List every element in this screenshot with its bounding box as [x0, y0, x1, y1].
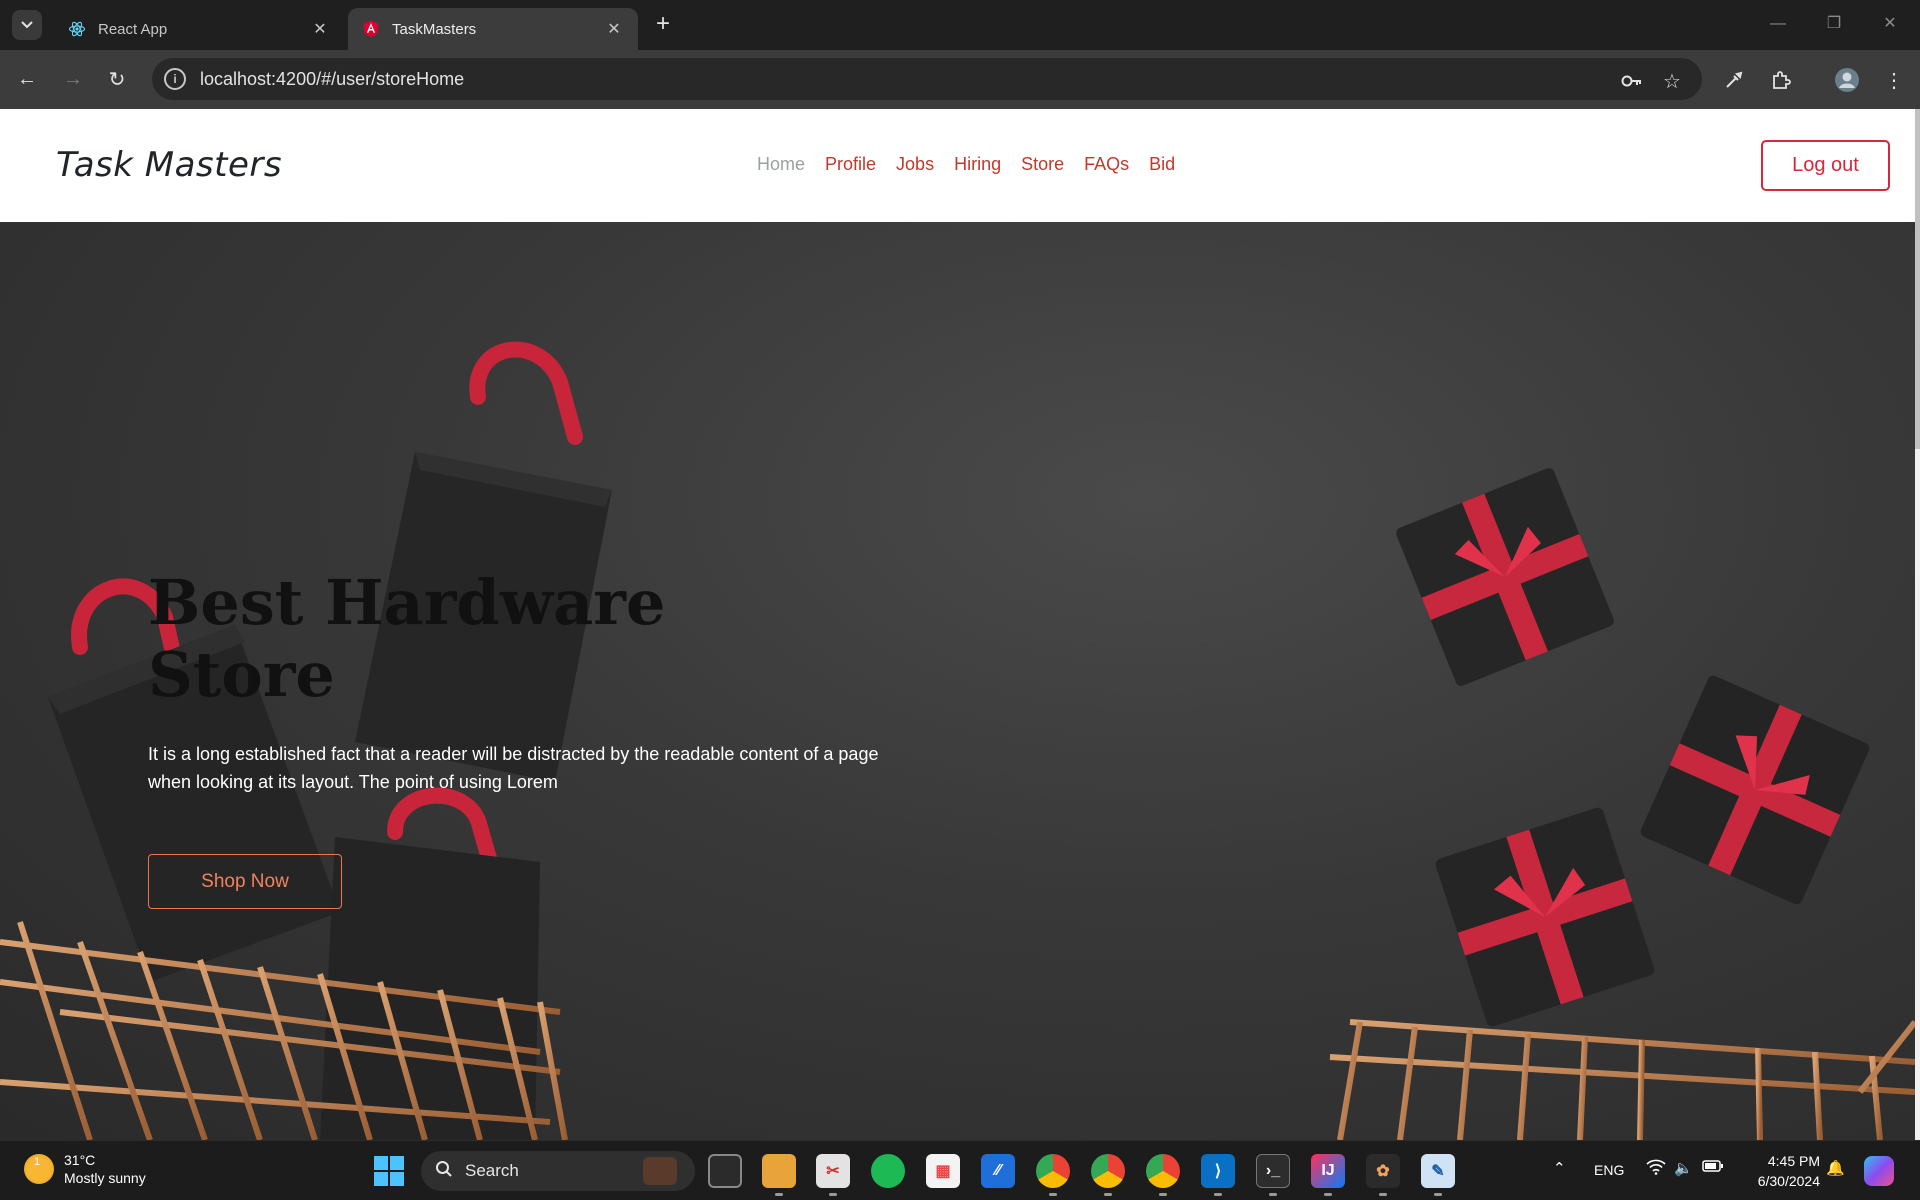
nav-faqs[interactable]: FAQs [1084, 154, 1129, 175]
new-tab-plus-icon[interactable]: + [650, 12, 676, 38]
nav-bid[interactable]: Bid [1149, 154, 1175, 175]
search-icon [435, 1160, 453, 1183]
main-nav: Home Profile Jobs Hiring Store FAQs Bid [757, 154, 1175, 175]
windows-start-icon[interactable] [374, 1156, 404, 1186]
gift-box-illustration [1640, 675, 1870, 905]
running-indicator [1434, 1193, 1442, 1196]
running-indicator [1214, 1193, 1222, 1196]
shop-now-button[interactable]: Shop Now [148, 854, 342, 909]
running-indicator [775, 1193, 783, 1196]
weather-widget[interactable]: 1 31°C Mostly sunny [24, 1151, 146, 1187]
bookmark-star-icon[interactable]: ☆ [1660, 69, 1684, 93]
system-clock[interactable]: 4:45 PM 6/30/2024 [1740, 1151, 1820, 1191]
hero-description: It is a long established fact that a rea… [148, 744, 879, 792]
nav-hiring[interactable]: Hiring [954, 154, 1001, 175]
tab-react-app[interactable]: React App ✕ [54, 8, 344, 50]
tab-taskmasters[interactable]: TaskMasters ✕ [348, 8, 638, 50]
language-indicator[interactable]: ENG [1594, 1162, 1624, 1178]
running-indicator [1269, 1193, 1277, 1196]
eyedropper-extension-icon[interactable] [1720, 66, 1748, 94]
tab-close-icon[interactable]: ✕ [604, 19, 624, 39]
brand-logo[interactable]: Task Masters [56, 145, 282, 185]
search-placeholder: Search [465, 1161, 519, 1180]
scrollbar-thumb[interactable] [1915, 109, 1920, 449]
browser-tabstrip: React App ✕ TaskMasters ✕ + — ❐ ✕ [0, 0, 1920, 50]
file-explorer-icon[interactable] [762, 1154, 796, 1188]
tab-title: TaskMasters [392, 20, 477, 38]
tab-title: React App [98, 20, 168, 38]
chrome-profile-icon[interactable] [1146, 1154, 1180, 1188]
page-viewport: Task Masters Home Profile Jobs Hiring St… [0, 109, 1920, 1140]
nav-jobs[interactable]: Jobs [896, 154, 934, 175]
hero-banner: Best Hardware Store It is a long establi… [0, 222, 1915, 1140]
spotify-icon[interactable] [871, 1154, 905, 1188]
vscode-icon[interactable]: ⟩ [1201, 1154, 1235, 1188]
angular-logo-icon [362, 20, 380, 38]
page-scrollbar[interactable] [1915, 109, 1920, 1140]
reload-icon[interactable]: ↻ [102, 64, 132, 94]
snipping-tool-icon[interactable]: ✂ [816, 1154, 850, 1188]
weather-condition: Mostly sunny [64, 1170, 146, 1186]
password-key-icon[interactable] [1620, 69, 1644, 93]
nav-home[interactable]: Home [757, 154, 805, 175]
app-cube-icon[interactable] [708, 1154, 742, 1188]
search-highlight-icon [643, 1157, 677, 1185]
gift-box-illustration [1396, 468, 1614, 686]
windows-taskbar: 1 31°C Mostly sunny Search ✂ ▦ ⁄⁄ ⟩ ›_ I… [0, 1140, 1920, 1200]
notepad-app-icon[interactable]: ✎ [1421, 1154, 1455, 1188]
volume-icon[interactable]: 🔈 [1674, 1159, 1693, 1177]
close-window-icon[interactable]: ✕ [1870, 10, 1910, 38]
forward-arrow-icon[interactable]: → [58, 64, 88, 94]
show-hidden-icons-chevron-icon[interactable]: ⌃ [1553, 1159, 1566, 1177]
wifi-icon[interactable] [1646, 1159, 1666, 1179]
site-info-icon[interactable]: i [164, 68, 186, 90]
running-indicator [1324, 1193, 1332, 1196]
weather-badge: 1 [34, 1156, 41, 1168]
site-header: Task Masters Home Profile Jobs Hiring St… [0, 109, 1915, 222]
running-indicator [1379, 1193, 1387, 1196]
address-url[interactable]: localhost:4200/#/user/storeHome [200, 69, 464, 90]
back-arrow-icon[interactable]: ← [12, 64, 42, 94]
weather-sun-icon: 1 [24, 1154, 54, 1184]
react-logo-icon [68, 20, 86, 38]
weather-temperature: 31°C [64, 1152, 96, 1168]
running-indicator [1104, 1193, 1112, 1196]
logout-button[interactable]: Log out [1761, 140, 1890, 191]
notification-bell-icon[interactable]: 🔔 [1826, 1159, 1845, 1177]
battery-icon[interactable] [1702, 1159, 1724, 1177]
microsoft-store-icon[interactable]: ▦ [926, 1154, 960, 1188]
browser-menu-kebab-icon[interactable]: ⋮ [1880, 66, 1908, 94]
clock-date: 6/30/2024 [1757, 1173, 1820, 1189]
shopping-cart-illustration [1329, 1019, 1915, 1140]
copilot-icon[interactable] [1864, 1156, 1894, 1186]
running-indicator [1159, 1193, 1167, 1196]
paw-app-icon[interactable]: ✿ [1366, 1154, 1400, 1188]
profile-avatar-icon[interactable] [1833, 66, 1861, 94]
terminal-icon[interactable]: ›_ [1256, 1154, 1290, 1188]
restore-icon[interactable]: ❐ [1814, 10, 1854, 38]
tab-close-icon[interactable]: ✕ [310, 19, 330, 39]
nav-profile[interactable]: Profile [825, 154, 876, 175]
tab-search-chevron-icon[interactable] [12, 10, 42, 40]
vscode-insiders-alt-icon[interactable]: ⁄⁄ [981, 1154, 1015, 1188]
clock-time: 4:45 PM [1767, 1153, 1820, 1169]
chrome-profile-icon[interactable] [1091, 1154, 1125, 1188]
nav-store[interactable]: Store [1021, 154, 1064, 175]
extensions-puzzle-icon[interactable] [1767, 66, 1795, 94]
running-indicator [829, 1193, 837, 1196]
hero-title: Best Hardware Store [148, 566, 666, 711]
browser-toolbar: ← → ↻ i localhost:4200/#/user/storeHome … [0, 50, 1920, 109]
gift-box-illustration [1435, 807, 1655, 1027]
taskbar-search-box[interactable]: Search [421, 1151, 695, 1191]
running-indicator [1049, 1193, 1057, 1196]
intellij-icon[interactable]: IJ [1311, 1154, 1345, 1188]
chrome-icon[interactable] [1036, 1154, 1070, 1188]
address-bar[interactable]: i localhost:4200/#/user/storeHome [152, 58, 1702, 100]
minimize-icon[interactable]: — [1758, 10, 1798, 38]
